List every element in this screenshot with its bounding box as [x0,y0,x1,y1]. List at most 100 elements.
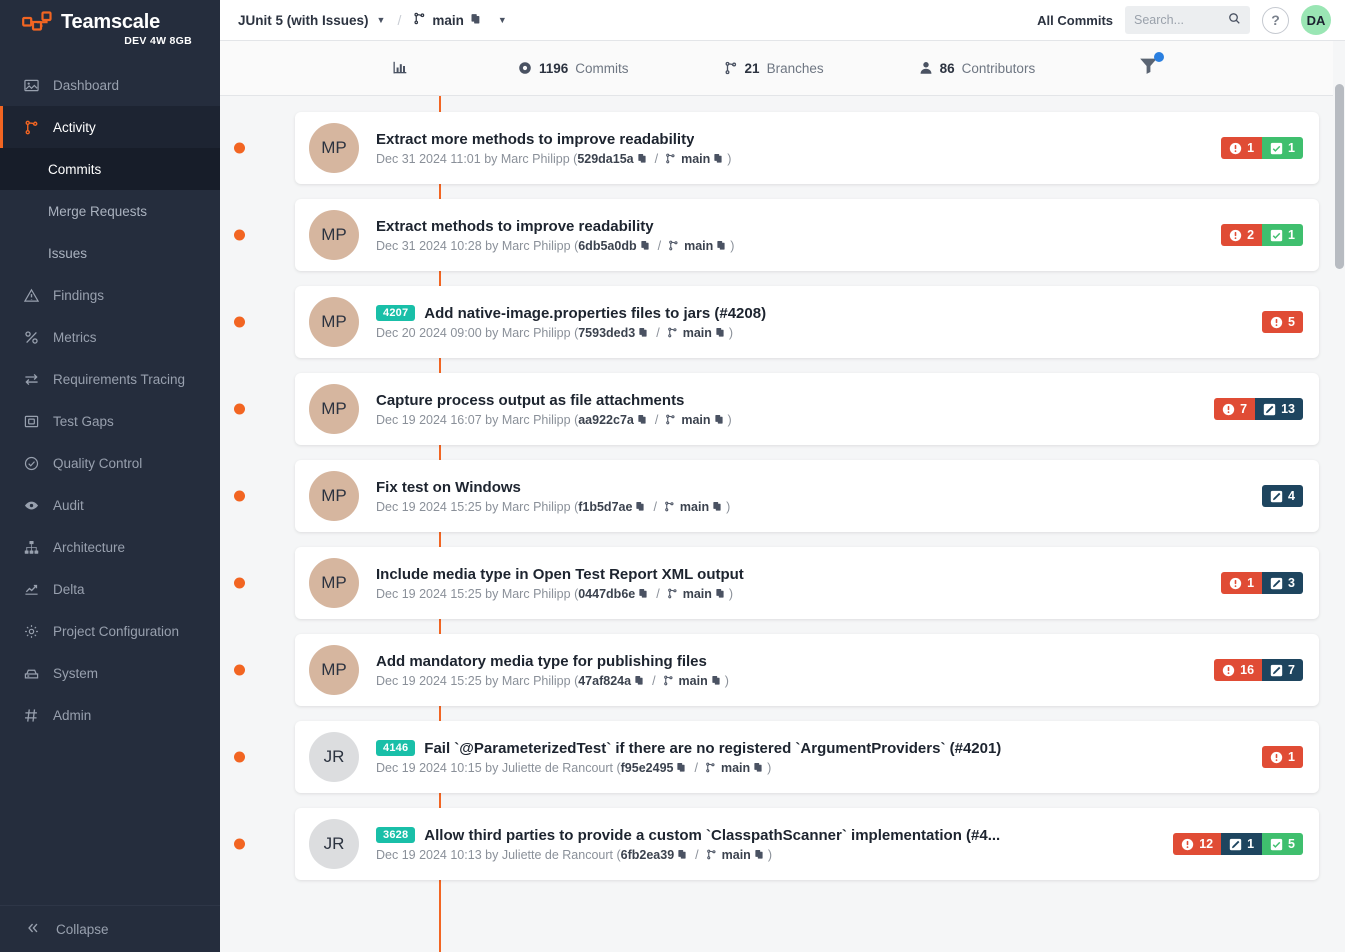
copy-icon[interactable] [637,414,648,425]
finding-badge-red[interactable]: 5 [1262,311,1303,333]
branch-icon [705,762,716,773]
copy-icon[interactable] [638,327,649,338]
bar-chart-icon[interactable] [392,60,408,76]
copy-icon[interactable] [716,240,727,251]
sidebar-item-issues[interactable]: Issues [0,232,220,274]
scrollbar-track[interactable] [1333,41,1345,952]
commit-card[interactable]: JR 3628 Allow third parties to provide a c… [295,808,1319,880]
stat-branches[interactable]: 21 Branches [724,61,824,76]
commit-row[interactable]: MP Capture process output as file attachm… [234,373,1345,445]
sidebar-item-delta[interactable]: Delta [0,568,220,610]
copy-icon[interactable] [713,153,724,164]
commit-card[interactable]: MP Extract more methods to improve readab… [295,112,1319,184]
copy-icon[interactable] [715,327,726,338]
commit-title-text: Fix test on Windows [376,478,521,496]
issue-badge[interactable]: 3628 [376,827,416,843]
copy-icon[interactable] [635,501,646,512]
copy-icon[interactable] [754,849,765,860]
breadcrumb-project[interactable]: JUnit 5 (with Issues) ▼ [238,13,385,28]
commit-row[interactable]: MP Include media type in Open Test Report… [234,547,1345,619]
sidebar-item-merge-requests[interactable]: Merge Requests [0,190,220,232]
filter-button[interactable] [1139,52,1165,80]
finding-badge-red[interactable]: 1 [1221,572,1263,594]
finding-badge-navy[interactable]: 7 [1262,659,1303,681]
copy-icon[interactable] [638,588,649,599]
finding-badge-navy[interactable]: 13 [1255,398,1303,420]
commit-row[interactable]: JR 4146 Fail `@ParameterizedTest` if there… [234,721,1345,793]
commit-row[interactable]: MP Extract methods to improve readability… [234,199,1345,271]
commit-row[interactable]: MP Fix test on Windows Dec 19 2024 15:25 b… [234,460,1345,532]
timeline-dot [234,142,245,154]
search-input[interactable]: Search... [1125,6,1250,34]
finding-badge-red[interactable]: 16 [1214,659,1263,681]
copy-icon[interactable] [470,13,482,28]
copy-icon[interactable] [637,153,648,164]
timeline-dot [234,838,245,850]
issue-badge[interactable]: 4146 [376,740,416,756]
help-button[interactable]: ? [1262,6,1289,34]
search-icon[interactable] [1228,12,1241,28]
double-chevron-left-icon [26,921,40,938]
sidebar-item-activity[interactable]: Activity [0,106,220,148]
commit-card[interactable]: JR 4146 Fail `@ParameterizedTest` if there… [295,721,1319,793]
finding-badge-red[interactable]: 1 [1221,137,1263,159]
exclamation-circle-icon [1222,664,1235,677]
finding-badge-navy[interactable]: 4 [1262,485,1303,507]
copy-icon[interactable] [714,414,725,425]
commit-row[interactable]: MP 4207 Add native-image.properties files … [234,286,1345,358]
sidebar-item-project-configuration[interactable]: Project Configuration [0,610,220,652]
finding-badge-navy[interactable]: 3 [1262,572,1303,594]
sidebar-item-system[interactable]: System [0,652,220,694]
commit-card[interactable]: MP Add mandatory media type for publishin… [295,634,1319,706]
commit-card[interactable]: MP 4207 Add native-image.properties files … [295,286,1319,358]
sidebar-item-commits[interactable]: Commits [0,148,220,190]
gear-icon [22,622,40,640]
copy-icon[interactable] [677,849,688,860]
copy-icon[interactable] [676,762,687,773]
copy-icon[interactable] [640,240,651,251]
sidebar-item-findings[interactable]: Findings [0,274,220,316]
finding-badge-red[interactable]: 2 [1221,224,1263,246]
finding-badge-red[interactable]: 12 [1173,833,1222,855]
badge-count: 16 [1240,663,1255,677]
finding-badge-green[interactable]: 5 [1262,833,1303,855]
sidebar-item-metrics[interactable]: Metrics [0,316,220,358]
copy-icon[interactable] [711,675,722,686]
commit-row[interactable]: MP Extract more methods to improve readab… [234,112,1345,184]
copy-icon[interactable] [715,588,726,599]
commit-card[interactable]: MP Extract methods to improve readability… [295,199,1319,271]
scrollbar-thumb[interactable] [1335,84,1344,269]
finding-badge-green[interactable]: 1 [1262,137,1303,159]
copy-icon[interactable] [712,501,723,512]
sidebar-item-architecture[interactable]: Architecture [0,526,220,568]
commit-row[interactable]: MP Add mandatory media type for publishin… [234,634,1345,706]
copy-icon[interactable] [753,762,764,773]
user-avatar[interactable]: DA [1301,5,1331,35]
commit-author: Juliette de Rancourt [501,847,613,862]
copy-icon[interactable] [634,675,645,686]
commit-branch: main [720,760,751,775]
sidebar-item-audit[interactable]: Audit [0,484,220,526]
finding-badge-navy[interactable]: 1 [1221,833,1263,855]
finding-badge-red[interactable]: 1 [1262,746,1303,768]
sidebar-item-test-gaps[interactable]: Test Gaps [0,400,220,442]
sidebar-item-dashboard[interactable]: Dashboard [0,64,220,106]
issue-badge[interactable]: 4207 [376,305,416,321]
commit-card[interactable]: MP Include media type in Open Test Report… [295,547,1319,619]
search-placeholder: Search... [1134,13,1185,27]
sidebar-item-admin[interactable]: Admin [0,694,220,736]
commit-card[interactable]: MP Fix test on Windows Dec 19 2024 15:25 b… [295,460,1319,532]
all-commits-link[interactable]: All Commits [1037,13,1113,28]
commit-meta: Dec 19 2024 10:15 by Juliette de Rancour… [376,760,772,775]
sidebar-item-quality-control[interactable]: Quality Control [0,442,220,484]
stat-commits[interactable]: 1196 Commits [518,61,629,76]
collapse-button[interactable]: Collapse [0,905,220,952]
commit-card[interactable]: MP Capture process output as file attachm… [295,373,1319,445]
commit-body: 3628 Allow third parties to provide a cus… [376,827,1159,862]
stat-contributors[interactable]: 86 Contributors [919,61,1035,76]
finding-badge-red[interactable]: 7 [1214,398,1256,420]
breadcrumb-branch[interactable]: main ▼ [413,12,507,28]
commit-row[interactable]: JR 3628 Allow third parties to provide a c… [234,808,1345,880]
finding-badge-green[interactable]: 1 [1262,224,1303,246]
sidebar-item-requirements-tracing[interactable]: Requirements Tracing [0,358,220,400]
